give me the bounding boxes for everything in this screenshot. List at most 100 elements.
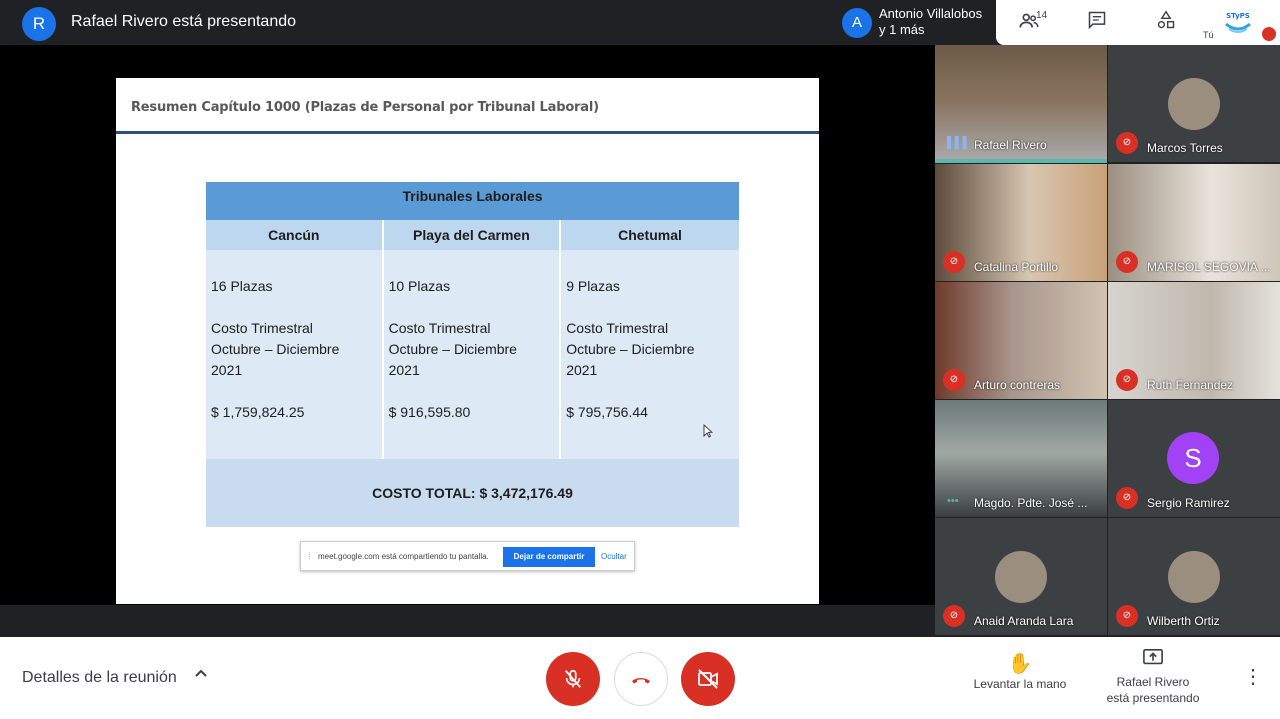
drag-handle-icon[interactable]: ⁞ — [308, 551, 311, 561]
participant-name: Arturo contreras — [974, 378, 1061, 392]
mic-off-icon: ⊘ — [1116, 369, 1138, 391]
self-mic-off-icon — [1262, 27, 1276, 41]
participant-tile[interactable]: ▌▌▌ Rafael Rivero — [935, 45, 1107, 163]
participant-name: Marcos Torres — [1147, 141, 1223, 155]
speaker-name: Antonio Villalobos y 1 más — [879, 6, 999, 38]
monto-text: $ 916,595.80 — [388, 404, 471, 420]
plazas-text: 16 Plazas — [211, 278, 273, 294]
periodo-text: Octubre – Diciembre — [211, 341, 340, 357]
microphone-off-button[interactable] — [546, 652, 600, 706]
participant-photo — [995, 551, 1047, 603]
camera-off-button[interactable] — [681, 652, 735, 706]
anio-text: 2021 — [566, 362, 598, 378]
participant-name: Anaid Aranda Lara — [974, 614, 1074, 628]
costo-label: Costo Trimestral — [566, 320, 669, 336]
mic-off-icon: ⊘ — [1116, 251, 1138, 273]
tribunales-table: Tribunales Laborales Cancún Playa del Ca… — [206, 182, 739, 527]
participant-tile[interactable]: ⊘ MARISOL SEGOVIA ... — [1108, 164, 1280, 281]
column-header-cancun: Cancún — [206, 220, 384, 250]
raise-hand-label: Levantar la mano — [973, 677, 1067, 691]
monto-text: $ 795,756.44 — [566, 404, 648, 420]
presenting-line1: Rafael Rivero — [1116, 675, 1190, 689]
participant-name: Ruth Fernandez — [1147, 378, 1234, 392]
plazas-text: 10 Plazas — [388, 278, 451, 294]
svg-text:STyPS: STyPS — [1226, 12, 1250, 20]
table-cell-cancun: 16 Plazas Costo Trimestral Octubre – Dic… — [206, 250, 384, 459]
table-total: COSTO TOTAL: $ 3,472,176.49 — [206, 459, 739, 527]
participant-tile[interactable]: S ⊘ Sergio Ramirez — [1108, 400, 1280, 517]
speaking-indicator-icon: ▌▌▌ — [947, 137, 971, 149]
leave-call-button[interactable] — [614, 652, 668, 706]
present-screen-icon — [1098, 648, 1208, 674]
top-right-panel: 14 Tú STyPS — [996, 0, 1280, 45]
participant-tile[interactable]: ⊘ Arturo contreras — [935, 282, 1107, 399]
periodo-text: Octubre – Diciembre — [566, 341, 695, 357]
share-notice-text: meet.google.com está compartiendo tu pan… — [318, 552, 489, 561]
mic-off-icon: ⊘ — [1116, 132, 1138, 154]
slide-divider — [116, 131, 819, 134]
chevron-up-icon[interactable] — [194, 666, 208, 685]
table-column-headers: Cancún Playa del Carmen Chetumal — [206, 220, 739, 250]
column-header-chetumal: Chetumal — [561, 220, 739, 250]
chat-icon[interactable] — [1084, 10, 1110, 36]
anio-text: 2021 — [388, 362, 420, 378]
participant-name: Magdo. Pdte. José ... — [974, 496, 1088, 510]
raise-hand-button[interactable]: ✋ Levantar la mano — [965, 652, 1075, 692]
speaking-indicator-icon: ••• — [947, 495, 959, 507]
presentation-stage: Resumen Capítulo 1000 (Plazas de Persona… — [0, 45, 935, 605]
presenter-title: Rafael Rivero está presentando — [71, 13, 297, 30]
anio-text: 2021 — [211, 362, 243, 378]
participant-tile[interactable]: ⊘ Catalina Portillo — [935, 164, 1107, 281]
table-cell-playa: 10 Plazas Costo Trimestral Octubre – Dic… — [383, 250, 562, 459]
people-count: 14 — [1036, 10, 1048, 21]
participant-tile[interactable]: ⊘ Marcos Torres — [1108, 45, 1280, 162]
mic-off-icon: ⊘ — [943, 369, 965, 391]
table-body-row: 16 Plazas Costo Trimestral Octubre – Dic… — [206, 250, 739, 459]
mic-off-icon: ⊘ — [943, 605, 965, 627]
meeting-details-button[interactable]: Detalles de la reunión — [22, 669, 177, 687]
shared-slide: Resumen Capítulo 1000 (Plazas de Persona… — [116, 78, 819, 604]
presenting-button[interactable]: Rafael Rivero está presentando — [1098, 648, 1208, 706]
plazas-text: 9 Plazas — [566, 278, 620, 294]
screen-share-notice: ⁞ meet.google.com está compartiendo tu p… — [300, 541, 635, 571]
mic-off-icon: ⊘ — [1116, 605, 1138, 627]
participant-name: Rafael Rivero — [974, 138, 1047, 152]
participant-photo — [1168, 78, 1220, 130]
participant-tile[interactable]: ⊘ Ruth Fernandez — [1108, 282, 1280, 399]
participant-name: MARISOL SEGOVIA ... — [1147, 260, 1271, 274]
speaker-avatar: A — [842, 8, 872, 38]
self-logo-icon: STyPS — [1224, 10, 1252, 36]
self-label: Tú — [1203, 30, 1214, 40]
participants-grid: ▌▌▌ Rafael Rivero ⊘ Marcos Torres ⊘ Cata… — [935, 45, 1280, 637]
mic-off-icon: ⊘ — [1116, 487, 1138, 509]
slide-title: Resumen Capítulo 1000 (Plazas de Persona… — [131, 100, 599, 115]
mic-off-icon: ⊘ — [943, 251, 965, 273]
hand-icon: ✋ — [1007, 653, 1033, 675]
costo-label: Costo Trimestral — [211, 320, 313, 336]
top-bar: R Rafael Rivero está presentando A Anton… — [0, 0, 1280, 45]
presenting-line2: está presentando — [1106, 691, 1200, 705]
monto-text: $ 1,759,824.25 — [211, 404, 305, 420]
column-header-playa: Playa del Carmen — [383, 220, 562, 250]
speaker-name-line1: Antonio Villalobos — [879, 6, 983, 21]
active-speaker-chip[interactable]: A Antonio Villalobos y 1 más — [834, 0, 996, 45]
participant-tile[interactable]: ••• Magdo. Pdte. José ... — [935, 400, 1107, 517]
activities-icon[interactable] — [1153, 10, 1179, 36]
participant-name: Catalina Portillo — [974, 260, 1059, 274]
participant-name: Sergio Ramirez — [1147, 496, 1230, 510]
costo-label: Costo Trimestral — [388, 320, 491, 336]
participant-name: Wilberth Ortiz — [1147, 614, 1220, 628]
presenter-avatar: R — [22, 7, 56, 41]
more-options-icon[interactable]: ⋮ — [1243, 664, 1263, 689]
hide-button[interactable]: Ocultar — [601, 552, 627, 561]
stop-sharing-button[interactable]: Dejar de compartir — [503, 547, 595, 567]
speaker-name-line2: y 1 más — [879, 22, 925, 37]
participant-tile[interactable]: ⊘ Wilberth Ortiz — [1108, 518, 1280, 635]
participant-avatar: S — [1167, 432, 1219, 484]
participant-photo — [1168, 551, 1220, 603]
table-header: Tribunales Laborales — [206, 182, 739, 220]
periodo-text: Octubre – Diciembre — [388, 341, 517, 357]
participant-tile[interactable]: ⊘ Anaid Aranda Lara — [935, 518, 1107, 635]
bottom-control-bar: Detalles de la reunión ✋ Levantar la man… — [0, 637, 1280, 719]
mouse-cursor-icon — [703, 423, 714, 441]
